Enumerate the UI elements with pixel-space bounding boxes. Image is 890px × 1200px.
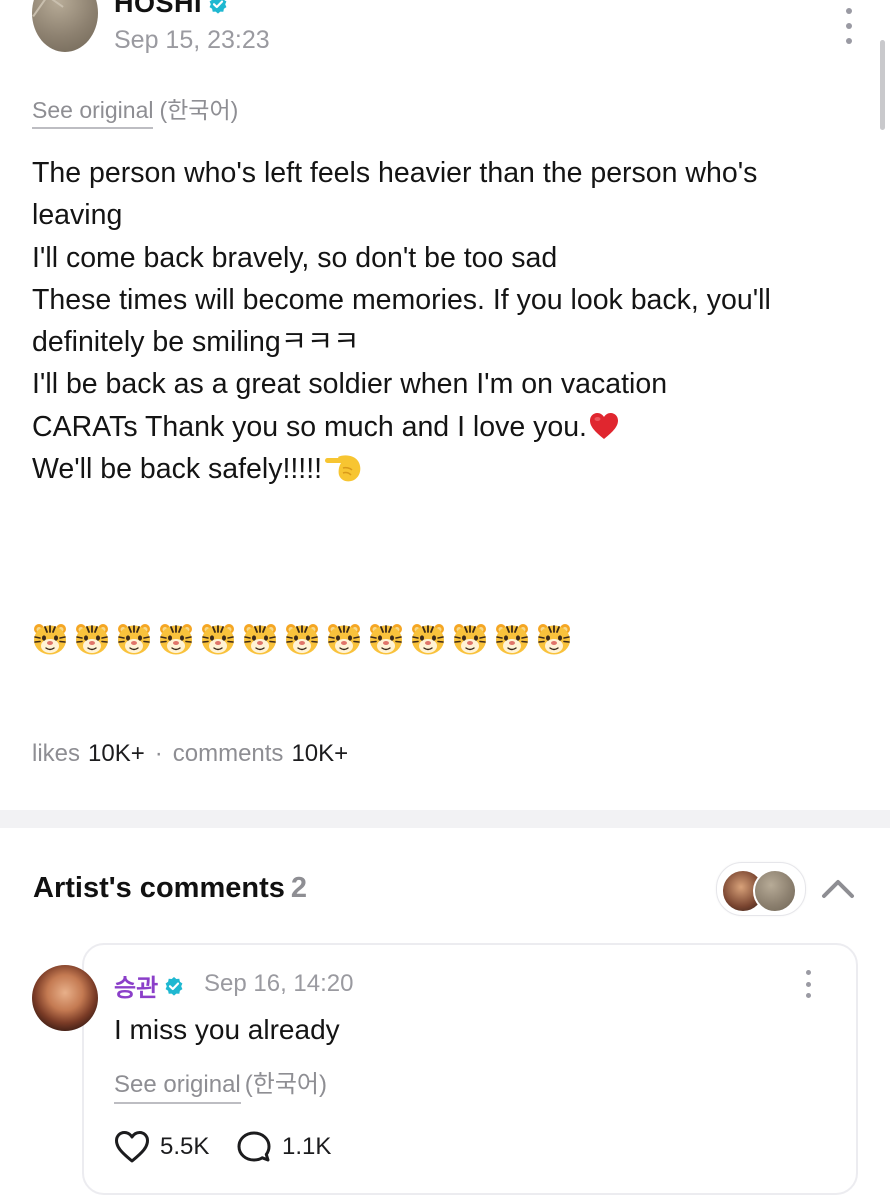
- post-timestamp: Sep 15, 23:23: [114, 26, 270, 54]
- commenter-avatar: [753, 869, 797, 913]
- post-line: I'll come back bravely, so don't be too …: [32, 241, 558, 274]
- tiger-face-icon: [76, 624, 108, 655]
- comment-timestamp: Sep 16, 14:20: [204, 970, 354, 997]
- comment-more-options-icon[interactable]: [804, 970, 812, 998]
- red-heart-icon: [589, 412, 618, 439]
- verified-badge-icon: [165, 976, 183, 996]
- speech-bubble-icon: [237, 1131, 271, 1162]
- tiger-face-icon: [160, 624, 192, 655]
- tiger-face-icon: [34, 624, 66, 655]
- artist-comments-header: Artist's comments 2: [33, 872, 307, 905]
- tiger-face-icon: [454, 624, 486, 655]
- comments-label: comments: [172, 740, 284, 767]
- comment-like-button[interactable]: 5.5K: [114, 1130, 209, 1164]
- likes-count[interactable]: 10K+: [88, 740, 145, 768]
- comments-count[interactable]: 10K+: [291, 740, 348, 768]
- heart-outline-icon: [115, 1131, 149, 1163]
- tiger-emoji-row: [32, 622, 572, 656]
- post-line: These times will become memories. If you…: [32, 283, 771, 316]
- author-name-row[interactable]: HOSHI: [114, 0, 228, 19]
- post-stats: likes 10K+ · comments 10K+: [32, 740, 348, 768]
- artist-comments-count: 2: [290, 872, 307, 904]
- see-original-link[interactable]: See original: [32, 97, 154, 129]
- author-name[interactable]: HOSHI: [114, 0, 202, 19]
- tiger-face-icon: [538, 624, 570, 655]
- comment-see-original-link[interactable]: See original: [114, 1071, 241, 1104]
- post-line: The person who's left feels heavier than…: [32, 157, 758, 189]
- comment-see-original-row: See original (한국어): [114, 1064, 327, 1104]
- tiger-face-icon: [202, 624, 234, 655]
- post-line: We'll be back safely!!!!!: [32, 453, 323, 486]
- tiger-face-icon: [412, 624, 444, 655]
- post-line: definitely be smilingㅋㅋㅋ: [32, 326, 360, 359]
- tiger-face-icon: [118, 624, 150, 655]
- section-divider: [0, 810, 890, 828]
- original-language: (한국어): [159, 97, 239, 123]
- comment-reply-count: 1.1K: [282, 1133, 332, 1160]
- post-line: leaving: [32, 199, 123, 232]
- chevron-up-icon[interactable]: [818, 874, 858, 902]
- comment-author-row[interactable]: 승관: [114, 968, 184, 1003]
- tiger-face-icon: [328, 624, 360, 655]
- comment-original-language: (한국어): [244, 1071, 327, 1098]
- comment-reply-button[interactable]: 1.1K: [236, 1130, 331, 1164]
- author-avatar[interactable]: [32, 0, 98, 52]
- stats-separator: ·: [154, 740, 163, 767]
- tiger-face-icon: [496, 624, 528, 655]
- comment-like-count: 5.5K: [160, 1133, 210, 1160]
- tiger-face-icon: [370, 624, 402, 655]
- comment-text: I miss you already: [114, 1014, 340, 1045]
- see-original-row: See original (한국어): [32, 91, 239, 129]
- tiger-face-icon: [286, 624, 318, 655]
- post-line-with-emoji: We'll be back safely!!!!!: [32, 448, 862, 490]
- likes-label: likes: [32, 740, 81, 767]
- artist-comments-title: Artist's comments: [33, 872, 285, 904]
- commenter-avatars[interactable]: [716, 862, 806, 916]
- post-line-with-heart: CARATs Thank you so much and I love you.: [32, 406, 862, 448]
- post-line: CARATs Thank you so much and I love you.: [32, 410, 587, 443]
- scrollbar[interactable]: [880, 40, 885, 130]
- post-line: I'll be back as a great soldier when I'm…: [32, 368, 668, 401]
- comment-author-name[interactable]: 승관: [114, 968, 158, 1003]
- verified-badge-icon: [209, 0, 227, 14]
- post-body: The person who's left feels heavier than…: [32, 152, 862, 490]
- post-more-options-icon[interactable]: [844, 8, 854, 44]
- pointing-hand-icon: [325, 455, 361, 482]
- tiger-face-icon: [244, 624, 276, 655]
- comment-author-avatar[interactable]: [32, 965, 98, 1031]
